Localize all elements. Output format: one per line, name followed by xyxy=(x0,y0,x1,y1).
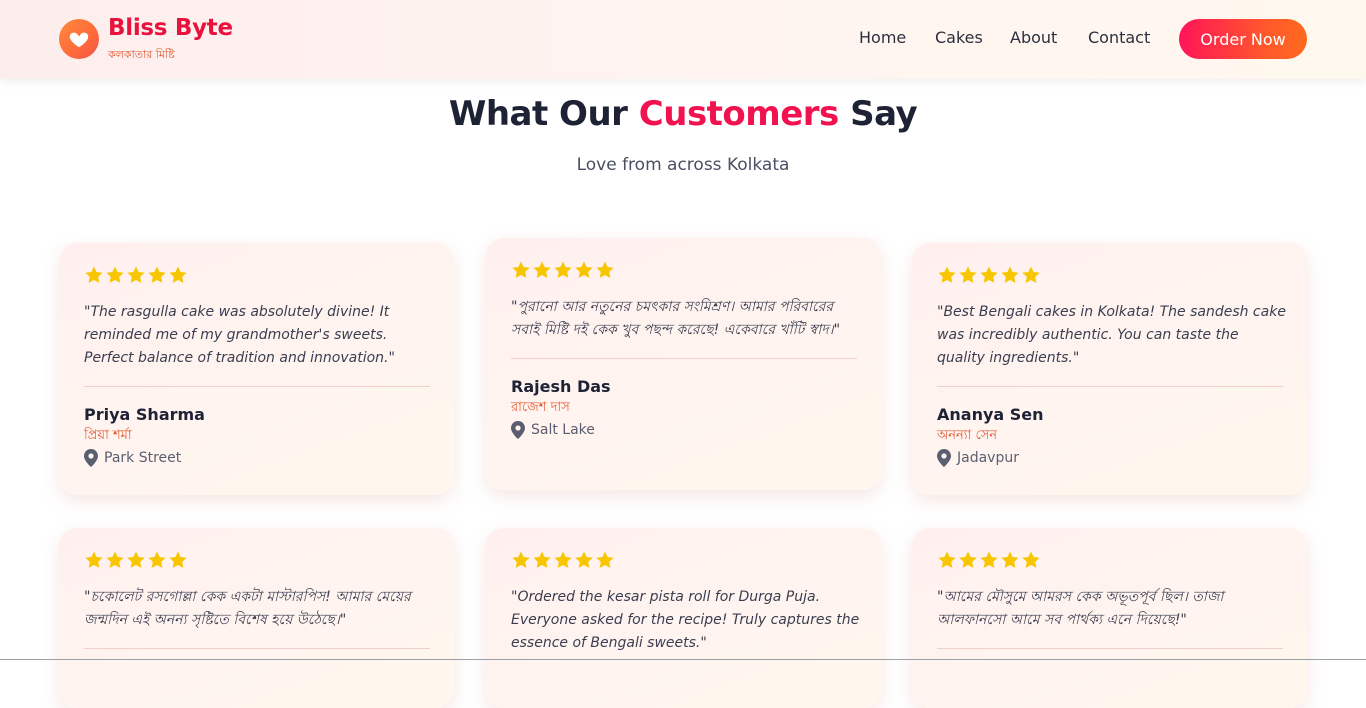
star-rating xyxy=(511,550,856,574)
testimonial-card: "The rasgulla cake was absolutely divine… xyxy=(59,243,454,495)
star-icon xyxy=(979,265,999,285)
star-icon xyxy=(105,265,125,285)
order-now-button[interactable]: Order Now xyxy=(1179,19,1307,59)
star-icon xyxy=(937,265,957,285)
star-icon xyxy=(168,265,188,285)
heart-glyph xyxy=(69,32,89,48)
star-icon xyxy=(126,550,146,570)
star-icon xyxy=(1000,550,1020,570)
site-header: Bliss Byte কলকাতার মিষ্টি Home Cakes Abo… xyxy=(0,0,1366,79)
star-rating xyxy=(937,265,1282,289)
customer-location: Salt Lake xyxy=(511,421,856,439)
star-icon xyxy=(84,265,104,285)
location-pin-icon xyxy=(937,449,951,467)
star-icon xyxy=(84,550,104,570)
star-rating xyxy=(84,550,429,574)
section-title-accent: Customers xyxy=(638,94,840,134)
location-label: Jadavpur xyxy=(957,450,1019,466)
location-label: Park Street xyxy=(104,450,182,466)
card-divider xyxy=(937,648,1283,649)
star-icon xyxy=(511,550,531,570)
card-divider xyxy=(84,648,430,649)
testimonial-card: "পুরানো আর নতুনের চমৎকার সংমিশ্রণ। আমার … xyxy=(486,238,881,490)
location-pin-icon xyxy=(511,421,525,439)
star-icon xyxy=(105,550,125,570)
section-title-pre: What Our xyxy=(448,94,639,134)
star-icon xyxy=(147,265,167,285)
testimonial-card: "Best Bengali cakes in Kolkata! The sand… xyxy=(912,243,1307,495)
testimonial-quote: "আমের মৌসুমে আমরস কেক অভূতপূর্ব ছিল। তাজ… xyxy=(937,589,1224,628)
customer-name: Priya Sharma xyxy=(84,405,205,424)
testimonial-card: "চকোলেট রসগোল্লা কেক একটা মাস্টারপিস! আম… xyxy=(59,528,454,708)
star-icon xyxy=(958,265,978,285)
testimonial-quote: "পুরানো আর নতুনের চমৎকার সংমিশ্রণ। আমার … xyxy=(511,299,841,338)
testimonial-quote: "চকোলেট রসগোল্লা কেক একটা মাস্টারপিস! আম… xyxy=(84,589,411,628)
star-icon xyxy=(958,550,978,570)
testimonial-card: "আমের মৌসুমে আমরস কেক অভূতপূর্ব ছিল। তাজ… xyxy=(912,528,1307,708)
section-title: What Our Customers Say xyxy=(0,94,1366,134)
star-icon xyxy=(595,550,615,570)
star-icon xyxy=(574,260,594,280)
star-icon xyxy=(553,260,573,280)
star-icon xyxy=(532,550,552,570)
star-icon xyxy=(168,550,188,570)
nav-contact-link[interactable]: Contact xyxy=(1088,28,1150,47)
star-icon xyxy=(595,260,615,280)
star-icon xyxy=(1021,550,1041,570)
star-icon xyxy=(979,550,999,570)
star-icon xyxy=(1000,265,1020,285)
star-icon xyxy=(1021,265,1041,285)
card-divider xyxy=(937,386,1283,387)
testimonial-quote: "Ordered the kesar pista roll for Durga … xyxy=(511,589,860,651)
brand-tagline: কলকাতার মিষ্টি xyxy=(108,48,175,61)
star-icon xyxy=(553,550,573,570)
customer-location: Jadavpur xyxy=(937,449,1282,467)
customer-name: Ananya Sen xyxy=(937,405,1044,424)
testimonial-card: "Ordered the kesar pista roll for Durga … xyxy=(486,528,881,708)
star-icon xyxy=(126,265,146,285)
star-rating xyxy=(937,550,1282,574)
testimonial-quote: "Best Bengali cakes in Kolkata! The sand… xyxy=(937,304,1286,366)
star-icon xyxy=(511,260,531,280)
nav-about-link[interactable]: About xyxy=(1010,28,1057,47)
card-divider xyxy=(84,386,430,387)
star-icon xyxy=(937,550,957,570)
star-icon xyxy=(147,550,167,570)
star-rating xyxy=(511,260,856,284)
customer-name-bengali: রাজেশ দাস xyxy=(511,400,570,415)
card-divider xyxy=(511,358,857,359)
nav-home-link[interactable]: Home xyxy=(859,28,906,47)
customer-name: Rajesh Das xyxy=(511,377,611,396)
customer-name-bengali: প্রিয়া শর্মা xyxy=(84,428,132,443)
star-rating xyxy=(84,265,429,289)
section-title-post: Say xyxy=(838,94,918,134)
customer-name-bengali: অনন্যা সেন xyxy=(937,428,998,443)
testimonial-quote: "The rasgulla cake was absolutely divine… xyxy=(84,304,395,366)
section-subtitle: Love from across Kolkata xyxy=(576,155,790,175)
location-label: Salt Lake xyxy=(531,422,595,438)
nav-cakes-link[interactable]: Cakes xyxy=(935,28,983,47)
star-icon xyxy=(532,260,552,280)
heart-icon[interactable] xyxy=(59,19,99,59)
brand-name[interactable]: Bliss Byte xyxy=(108,15,233,41)
customer-location: Park Street xyxy=(84,449,429,467)
location-pin-icon xyxy=(84,449,98,467)
star-icon xyxy=(574,550,594,570)
